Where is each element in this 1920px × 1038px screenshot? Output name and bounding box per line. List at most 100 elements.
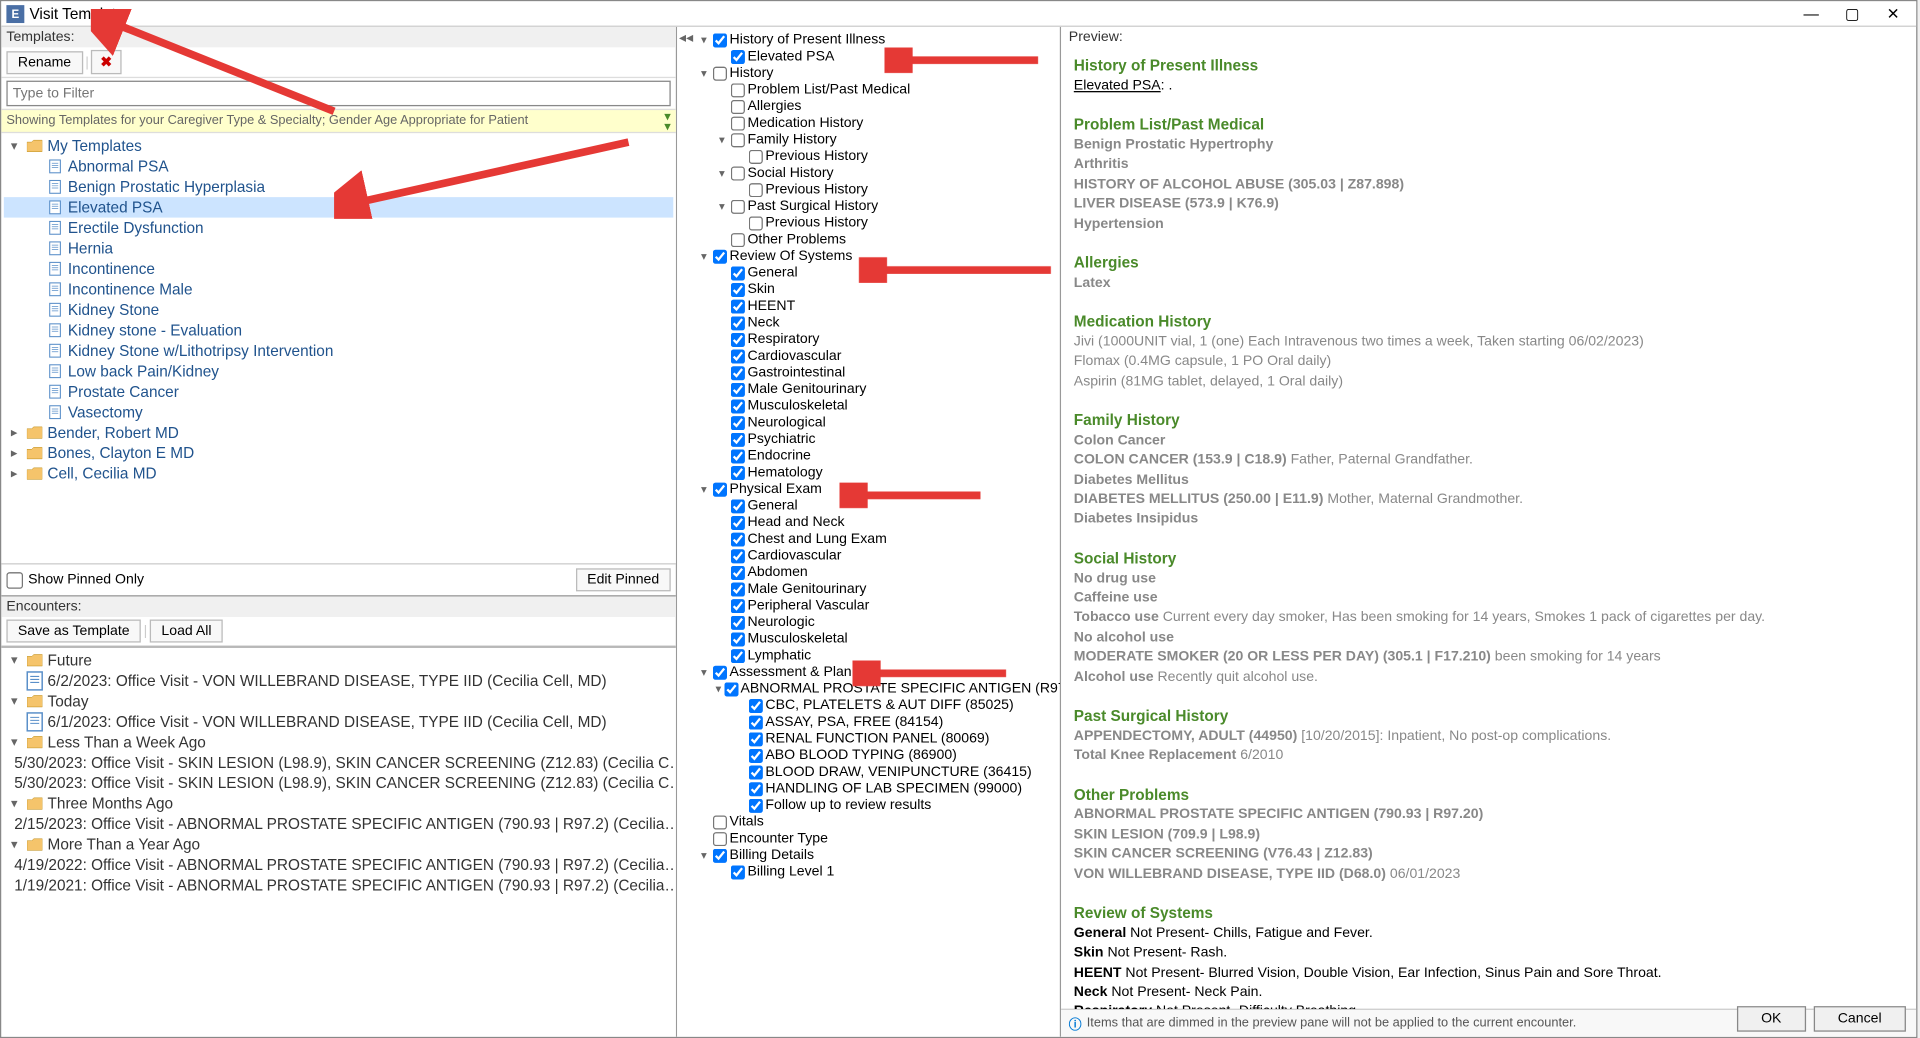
tree-checkbox[interactable] bbox=[731, 616, 745, 630]
tree-checkbox[interactable] bbox=[731, 116, 745, 130]
chevron-down-icon[interactable]: ▾ bbox=[698, 664, 711, 681]
tree-checkbox[interactable] bbox=[731, 366, 745, 380]
check-tree-item[interactable]: Hematology bbox=[698, 465, 1058, 482]
check-tree-item[interactable]: ▾Billing Details bbox=[698, 847, 1058, 864]
check-tree-item[interactable]: Encounter Type bbox=[698, 831, 1058, 848]
tree-checkbox[interactable] bbox=[731, 865, 745, 879]
check-tree-item[interactable]: Male Genitourinary bbox=[698, 381, 1058, 398]
ok-button[interactable]: OK bbox=[1737, 1006, 1806, 1032]
cancel-button[interactable]: Cancel bbox=[1813, 1006, 1905, 1032]
show-pinned-checkbox[interactable]: Show Pinned Only bbox=[6, 572, 144, 589]
check-tree-item[interactable]: HANDLING OF LAB SPECIMEN (99000) bbox=[698, 781, 1058, 798]
template-item[interactable]: Elevated PSA bbox=[4, 197, 673, 217]
check-tree-item[interactable]: ▾Review Of Systems bbox=[698, 248, 1058, 265]
tree-checkbox[interactable] bbox=[731, 649, 745, 663]
tree-checkbox[interactable] bbox=[731, 200, 745, 214]
check-tree-item[interactable]: Neck bbox=[698, 315, 1058, 332]
chevron-down-icon[interactable]: ▾ bbox=[698, 481, 711, 498]
tree-checkbox[interactable] bbox=[749, 183, 763, 197]
check-tree-item[interactable]: ▾Physical Exam bbox=[698, 481, 1058, 498]
check-tree-item[interactable]: Previous History bbox=[698, 182, 1058, 199]
encounter-group[interactable]: ▾Less Than a Week Ago bbox=[4, 732, 673, 752]
template-item[interactable]: Incontinence bbox=[4, 259, 673, 279]
tree-checkbox[interactable] bbox=[731, 300, 745, 314]
delete-button[interactable]: ✖ bbox=[91, 50, 121, 74]
tree-checkbox[interactable] bbox=[713, 849, 727, 863]
chevron-right-icon[interactable]: ▸ bbox=[6, 467, 21, 481]
check-tree-item[interactable]: Skin bbox=[698, 282, 1058, 299]
tree-checkbox[interactable] bbox=[731, 433, 745, 447]
chevron-right-icon[interactable]: ▸ bbox=[6, 426, 21, 440]
encounter-group[interactable]: ▾More Than a Year Ago bbox=[4, 835, 673, 855]
tree-checkbox[interactable] bbox=[731, 333, 745, 347]
tree-checkbox[interactable] bbox=[749, 749, 763, 763]
check-tree-item[interactable]: Billing Level 1 bbox=[698, 864, 1058, 881]
encounter-group[interactable]: ▾Today bbox=[4, 691, 673, 711]
tree-checkbox[interactable] bbox=[731, 566, 745, 580]
template-item[interactable]: Erectile Dysfunction bbox=[4, 218, 673, 238]
check-tree-item[interactable]: Musculoskeletal bbox=[698, 398, 1058, 415]
template-item[interactable]: Benign Prostatic Hyperplasia bbox=[4, 177, 673, 197]
tree-checkbox[interactable] bbox=[731, 399, 745, 413]
chevron-down-icon[interactable]: ▾ bbox=[6, 653, 21, 667]
chevron-down-icon[interactable]: ▾ bbox=[6, 838, 21, 852]
tree-checkbox[interactable] bbox=[731, 416, 745, 430]
check-tree-item[interactable]: Head and Neck bbox=[698, 515, 1058, 532]
check-tree-item[interactable]: ▾History bbox=[698, 65, 1058, 82]
tree-checkbox[interactable] bbox=[731, 266, 745, 280]
chevron-down-icon[interactable]: ▾ bbox=[698, 65, 711, 82]
tree-checkbox[interactable] bbox=[713, 250, 727, 264]
tree-checkbox[interactable] bbox=[749, 150, 763, 164]
check-tree-item[interactable]: Vitals bbox=[698, 814, 1058, 831]
check-tree-item[interactable]: Abdomen bbox=[698, 564, 1058, 581]
tree-checkbox[interactable] bbox=[713, 832, 727, 846]
template-item[interactable]: Kidney stone - Evaluation bbox=[4, 320, 673, 340]
check-tree-item[interactable]: ▾History of Present Illness bbox=[698, 32, 1058, 49]
check-tree-item[interactable]: Respiratory bbox=[698, 332, 1058, 349]
minimize-button[interactable]: — bbox=[1798, 3, 1824, 23]
tree-checkbox[interactable] bbox=[731, 599, 745, 613]
check-tree-item[interactable]: HEENT bbox=[698, 298, 1058, 315]
check-tree-item[interactable]: RENAL FUNCTION PANEL (80069) bbox=[698, 731, 1058, 748]
rename-button[interactable]: Rename bbox=[6, 51, 82, 74]
chevron-down-icon[interactable]: ▾ bbox=[716, 165, 729, 182]
tree-checkbox[interactable] bbox=[731, 516, 745, 530]
tree-checkbox[interactable] bbox=[731, 349, 745, 363]
check-tree-item[interactable]: Psychiatric bbox=[698, 431, 1058, 448]
check-tree-item[interactable]: Previous History bbox=[698, 215, 1058, 232]
chevron-down-icon[interactable]: ▾ bbox=[698, 847, 711, 864]
encounter-item[interactable]: 1/19/2021: Office Visit - ABNORMAL PROST… bbox=[4, 876, 673, 896]
tree-checkbox[interactable] bbox=[731, 283, 745, 297]
tree-checkbox[interactable] bbox=[731, 466, 745, 480]
check-tree-item[interactable]: Medication History bbox=[698, 115, 1058, 132]
encounter-item[interactable]: 5/30/2023: Office Visit - SKIN LESION (L… bbox=[4, 773, 673, 793]
chevron-down-icon[interactable]: ▾ bbox=[698, 248, 711, 265]
tree-checkbox[interactable] bbox=[749, 216, 763, 230]
tree-checkbox[interactable] bbox=[731, 233, 745, 247]
encounter-item[interactable]: 2/15/2023: Office Visit - ABNORMAL PROST… bbox=[4, 814, 673, 834]
template-item[interactable]: Hernia bbox=[4, 238, 673, 258]
check-tree-item[interactable]: Follow up to review results bbox=[698, 797, 1058, 814]
check-tree-item[interactable]: Peripheral Vascular bbox=[698, 598, 1058, 615]
check-tree-item[interactable]: Male Genitourinary bbox=[698, 581, 1058, 598]
provider-item[interactable]: ▸Bones, Clayton E MD bbox=[4, 443, 673, 463]
tree-checkbox[interactable] bbox=[731, 100, 745, 114]
template-item[interactable]: Abnormal PSA bbox=[4, 156, 673, 176]
encounter-group[interactable]: ▾Future bbox=[4, 650, 673, 670]
tree-checkbox[interactable] bbox=[731, 83, 745, 97]
check-tree-item[interactable]: Endocrine bbox=[698, 448, 1058, 465]
tree-checkbox[interactable] bbox=[731, 449, 745, 463]
tree-checkbox[interactable] bbox=[731, 316, 745, 330]
provider-item[interactable]: ▸Cell, Cecilia MD bbox=[4, 463, 673, 483]
tree-checkbox[interactable] bbox=[731, 166, 745, 180]
check-tree-item[interactable]: Neurologic bbox=[698, 614, 1058, 631]
check-tree-item[interactable]: ▾Past Surgical History bbox=[698, 198, 1058, 215]
tree-checkbox[interactable] bbox=[731, 50, 745, 64]
tree-checkbox[interactable] bbox=[731, 499, 745, 513]
encounter-item[interactable]: 4/19/2022: Office Visit - ABNORMAL PROST… bbox=[4, 855, 673, 875]
check-tree-item[interactable]: Cardiovascular bbox=[698, 348, 1058, 365]
template-item[interactable]: Prostate Cancer bbox=[4, 381, 673, 401]
provider-item[interactable]: ▸Bender, Robert MD bbox=[4, 422, 673, 442]
chevron-down-icon[interactable]: ▾ bbox=[698, 32, 711, 49]
tree-checkbox[interactable] bbox=[731, 632, 745, 646]
